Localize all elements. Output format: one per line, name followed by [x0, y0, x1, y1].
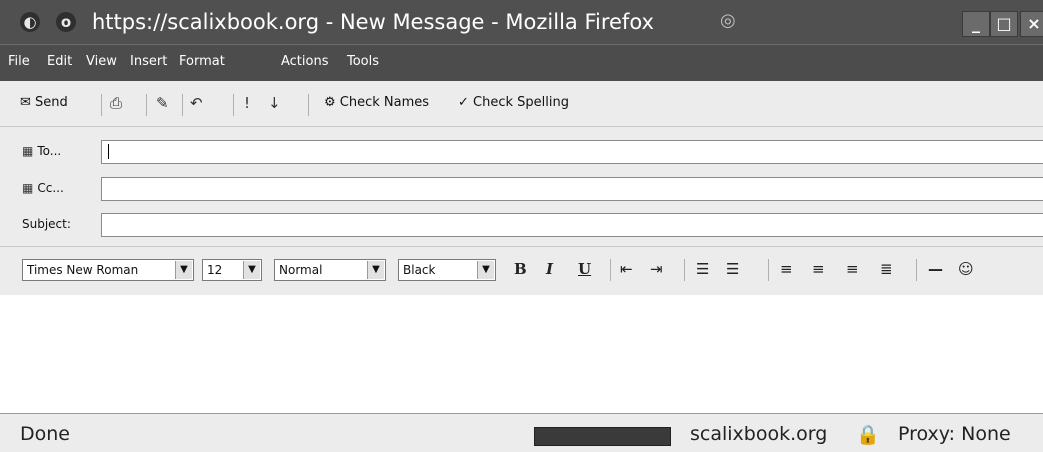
format-toolbar: Times New Roman ▼ 12 ▼ Normal ▼ Black ▼ …	[0, 246, 1043, 296]
status-domain: scalixbook.org	[690, 423, 828, 445]
status-bar: Done scalixbook.org 🔒 Proxy: None	[0, 413, 1043, 452]
font-family-select[interactable]: Times New Roman ▼	[22, 259, 194, 281]
outdent-icon[interactable]: ⇤	[620, 260, 633, 278]
window-pin-icon[interactable]: o	[56, 12, 76, 32]
italic-button[interactable]: I	[546, 260, 553, 278]
padlock-icon[interactable]: 🔒	[856, 423, 880, 446]
toolbar-divider	[768, 259, 769, 281]
menu-insert[interactable]: Insert	[130, 54, 167, 69]
check-spelling-button[interactable]: ✓ Check Spelling	[458, 95, 569, 110]
app-menu-icon[interactable]: ◐	[20, 12, 40, 32]
font-family-value: Times New Roman	[27, 263, 139, 277]
text-color-select[interactable]: Black ▼	[398, 259, 496, 281]
spellcheck-icon: ✓	[458, 95, 469, 110]
menu-edit[interactable]: Edit	[47, 54, 72, 69]
compose-toolbar: ✉ Send ⎙ ✎ ↶ ! ↓ ⚙ Check Names ✓ Check S…	[0, 82, 1043, 127]
dropdown-arrow-icon: ▼	[175, 261, 192, 279]
underline-button[interactable]: U	[578, 260, 591, 278]
align-left-icon[interactable]: ≡	[780, 260, 793, 278]
firefox-window: ◐ o https://scalixbook.org - New Message…	[0, 0, 1043, 452]
dropdown-arrow-icon: ▼	[477, 261, 494, 279]
to-label: To...	[37, 144, 62, 158]
subject-label: Subject:	[22, 217, 71, 231]
font-size-select[interactable]: 12 ▼	[202, 259, 262, 281]
to-address-book-button[interactable]: ▦ To...	[22, 144, 61, 158]
menu-tools[interactable]: Tools	[347, 54, 379, 69]
maximize-button[interactable]: □	[990, 11, 1018, 37]
menu-view[interactable]: View	[86, 54, 117, 69]
progress-bar	[534, 427, 671, 446]
send-button[interactable]: ✉ Send	[20, 95, 68, 110]
toolbar-divider	[101, 94, 102, 116]
bulleted-list-icon[interactable]: ☰	[726, 260, 739, 278]
toolbar-divider	[233, 94, 234, 116]
undo-icon[interactable]: ↶	[190, 94, 203, 112]
align-right-icon[interactable]: ≡	[846, 260, 859, 278]
menu-actions[interactable]: Actions	[281, 54, 329, 69]
address-book-icon: ▦	[22, 181, 34, 195]
low-priority-icon[interactable]: ↓	[268, 94, 281, 112]
toolbar-divider	[182, 94, 183, 116]
align-center-icon[interactable]: ≡	[812, 260, 825, 278]
justify-icon[interactable]: ≣	[880, 260, 893, 278]
close-button[interactable]: ×	[1020, 11, 1043, 37]
title-bar: ◐ o https://scalixbook.org - New Message…	[0, 0, 1043, 44]
toolbar-divider	[610, 259, 611, 281]
to-field[interactable]	[101, 140, 1043, 164]
paragraph-style-value: Normal	[279, 263, 323, 277]
minimize-button[interactable]: _	[962, 11, 990, 37]
indent-icon[interactable]: ⇥	[650, 260, 663, 278]
menu-bar: File Edit View Insert Format Actions Too…	[0, 44, 1043, 81]
font-size-value: 12	[207, 263, 223, 277]
subject-field[interactable]	[101, 213, 1043, 237]
toolbar-divider	[684, 259, 685, 281]
proxy-status[interactable]: Proxy: None	[898, 423, 1011, 445]
send-icon: ✉	[20, 95, 31, 110]
check-names-icon: ⚙	[324, 95, 336, 110]
bold-button[interactable]: B	[514, 260, 527, 278]
paragraph-style-select[interactable]: Normal ▼	[274, 259, 386, 281]
insert-smiley-icon[interactable]: ☺	[958, 260, 974, 278]
address-book-icon: ▦	[22, 144, 34, 158]
message-header: ▦ To... ▦ Cc... Subject:	[0, 127, 1043, 242]
window-title: https://scalixbook.org - New Message - M…	[92, 10, 654, 34]
high-priority-icon[interactable]: !	[244, 94, 250, 112]
cc-address-book-button[interactable]: ▦ Cc...	[22, 181, 64, 195]
toolbar-divider	[146, 94, 147, 116]
toolbar-divider	[916, 259, 917, 281]
attach-icon[interactable]: ✎	[156, 94, 169, 112]
text-caret	[108, 144, 109, 159]
text-color-value: Black	[403, 263, 436, 277]
cc-field[interactable]	[101, 177, 1043, 201]
horizontal-rule-icon[interactable]: —	[928, 260, 943, 278]
check-names-button[interactable]: ⚙ Check Names	[324, 95, 429, 110]
firefox-mark-icon: ◎	[720, 10, 736, 31]
check-names-label: Check Names	[339, 95, 430, 110]
message-body-editor[interactable]	[0, 295, 1043, 413]
toolbar-divider	[308, 94, 309, 116]
dropdown-arrow-icon: ▼	[367, 261, 384, 279]
menu-file[interactable]: File	[8, 54, 30, 69]
menu-format[interactable]: Format	[179, 54, 225, 69]
dropdown-arrow-icon: ▼	[243, 261, 260, 279]
cc-label: Cc...	[37, 181, 64, 195]
print-icon[interactable]: ⎙	[110, 94, 122, 112]
check-spelling-label: Check Spelling	[473, 95, 569, 110]
status-text: Done	[20, 423, 70, 445]
numbered-list-icon[interactable]: ☰	[696, 260, 709, 278]
send-label: Send	[35, 95, 68, 110]
